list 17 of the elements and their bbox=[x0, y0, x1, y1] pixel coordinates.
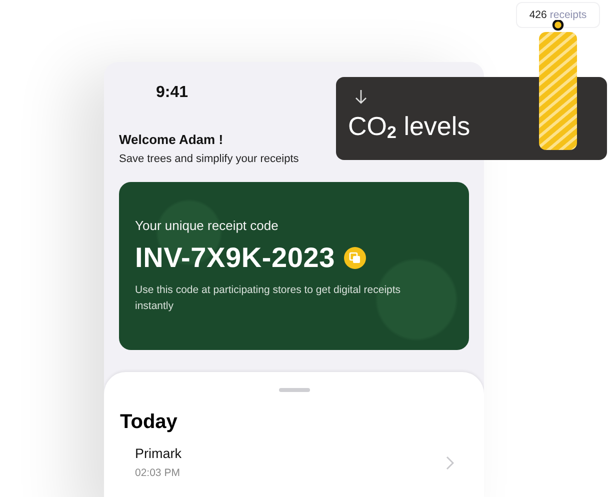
welcome-subtitle: Save trees and simplify your receipts bbox=[119, 153, 300, 165]
copy-button[interactable] bbox=[344, 247, 366, 270]
section-title: Today bbox=[120, 411, 178, 434]
sheet-handle[interactable] bbox=[278, 388, 310, 392]
status-time: 9:41 bbox=[156, 84, 188, 102]
chevron-icon bbox=[446, 456, 454, 470]
down-arrow-icon bbox=[355, 89, 367, 105]
receipt-count-label: receipts bbox=[550, 9, 587, 21]
receipt-count: 426 bbox=[529, 9, 547, 21]
card-label: Your unique receipt code bbox=[135, 218, 280, 234]
card-note: Use this code at participating stores to get digital receipts instantly bbox=[135, 283, 402, 314]
receipt-time: 02:03 PM bbox=[135, 467, 181, 479]
receipt-row[interactable]: Primark 02:03 PM bbox=[120, 434, 468, 479]
store-name: Primark bbox=[135, 446, 182, 461]
receipt-code: INV-7X9K-2023 bbox=[135, 242, 336, 274]
copy-icon bbox=[349, 252, 362, 264]
co2-title: CO$_{2}$ levels bbox=[348, 111, 472, 143]
